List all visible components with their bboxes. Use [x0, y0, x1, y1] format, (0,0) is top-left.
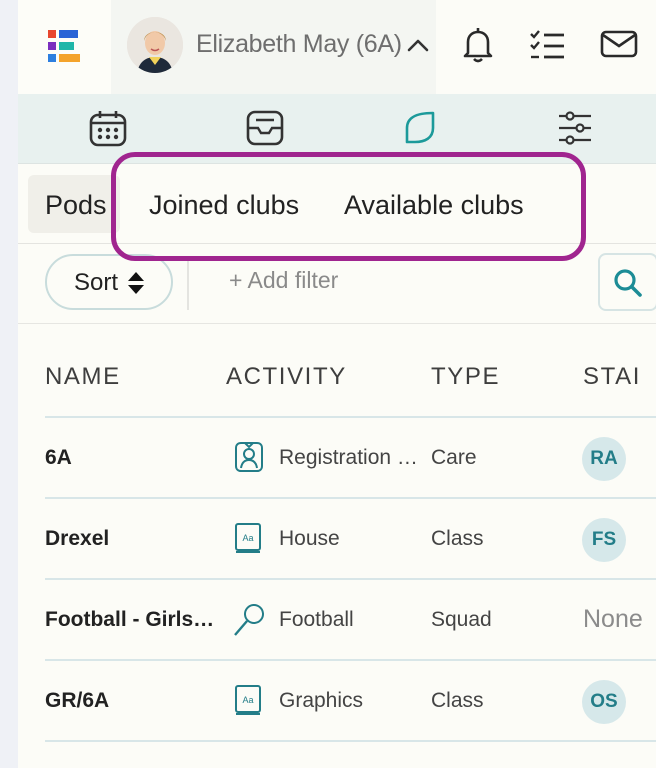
- filter-divider: [187, 258, 189, 310]
- column-header-name[interactable]: NAME: [45, 363, 121, 391]
- staff-none: None: [583, 605, 643, 633]
- user-name: Elizabeth May (6A): [196, 30, 402, 58]
- column-header-activity[interactable]: ACTIVITY: [226, 363, 347, 391]
- sort-arrows-icon: [128, 272, 144, 294]
- row-activity: House: [279, 527, 340, 550]
- row-activity: Football: [279, 608, 354, 631]
- inbox-icon[interactable]: [245, 108, 285, 148]
- checklist-icon[interactable]: [528, 26, 566, 64]
- leaf-icon[interactable]: [403, 108, 437, 148]
- row-type: Class: [431, 689, 484, 712]
- table-row[interactable]: 6A Registration … Care RA: [45, 418, 656, 499]
- row-type: Squad: [431, 608, 492, 631]
- add-filter-button[interactable]: + Add filter: [229, 267, 338, 294]
- search-button[interactable]: [598, 253, 656, 311]
- row-name: GR/6A: [45, 689, 110, 712]
- tab-pods-label[interactable]: Pods: [45, 190, 107, 221]
- row-name: 6A: [45, 446, 72, 469]
- user-menu[interactable]: Elizabeth May (6A): [111, 0, 436, 94]
- row-name: Drexel: [45, 527, 110, 550]
- app-window: Elizabeth May (6A) Pods Joined clubs Ava…: [18, 0, 656, 768]
- clubs-table: NAME ACTIVITY TYPE STAI 6A Registration …: [45, 324, 656, 742]
- row-activity: Graphics: [279, 689, 364, 712]
- mail-icon[interactable]: [600, 26, 638, 62]
- tab-joined-clubs[interactable]: Joined clubs: [149, 190, 299, 221]
- person-badge-icon: [235, 442, 263, 472]
- section-nav: [18, 94, 656, 164]
- table-header: NAME ACTIVITY TYPE STAI: [45, 324, 656, 418]
- row-type: Class: [431, 527, 484, 550]
- staff-badge[interactable]: OS: [582, 680, 626, 724]
- row-type: Care: [431, 446, 477, 469]
- staff-badge[interactable]: RA: [582, 437, 626, 481]
- chevron-up-icon: [407, 39, 429, 52]
- sort-label: Sort: [74, 269, 119, 296]
- table-row[interactable]: Drexel Aa House Class FS: [45, 499, 656, 580]
- avatar: [127, 17, 183, 73]
- svg-text:Aa: Aa: [242, 533, 253, 543]
- tab-available-clubs[interactable]: Available clubs: [344, 190, 524, 221]
- column-header-staff[interactable]: STAI: [583, 363, 641, 391]
- sliders-icon[interactable]: [557, 108, 593, 148]
- app-logo-icon: [48, 30, 80, 62]
- book-icon: Aa: [235, 523, 261, 553]
- svg-text:Aa: Aa: [242, 695, 253, 705]
- row-activity: Registration …: [279, 446, 418, 469]
- search-icon: [614, 269, 642, 297]
- row-name: Football - Girls…: [45, 608, 215, 631]
- racket-icon: [234, 604, 264, 636]
- logo-tile[interactable]: [18, 0, 111, 94]
- bell-icon[interactable]: [460, 26, 496, 64]
- staff-badge[interactable]: FS: [582, 518, 626, 562]
- sort-button[interactable]: Sort: [45, 254, 173, 310]
- column-header-type[interactable]: TYPE: [431, 363, 500, 391]
- table-row[interactable]: GR/6A Aa Graphics Class OS: [45, 661, 656, 742]
- calendar-icon[interactable]: [88, 108, 128, 148]
- top-bar: Elizabeth May (6A): [18, 0, 656, 94]
- table-row[interactable]: Football - Girls… Football Squad None: [45, 580, 656, 661]
- book-icon: Aa: [235, 685, 261, 715]
- filter-bar: Sort + Add filter: [18, 244, 656, 324]
- club-tabs: Pods Joined clubs Available clubs: [18, 164, 656, 244]
